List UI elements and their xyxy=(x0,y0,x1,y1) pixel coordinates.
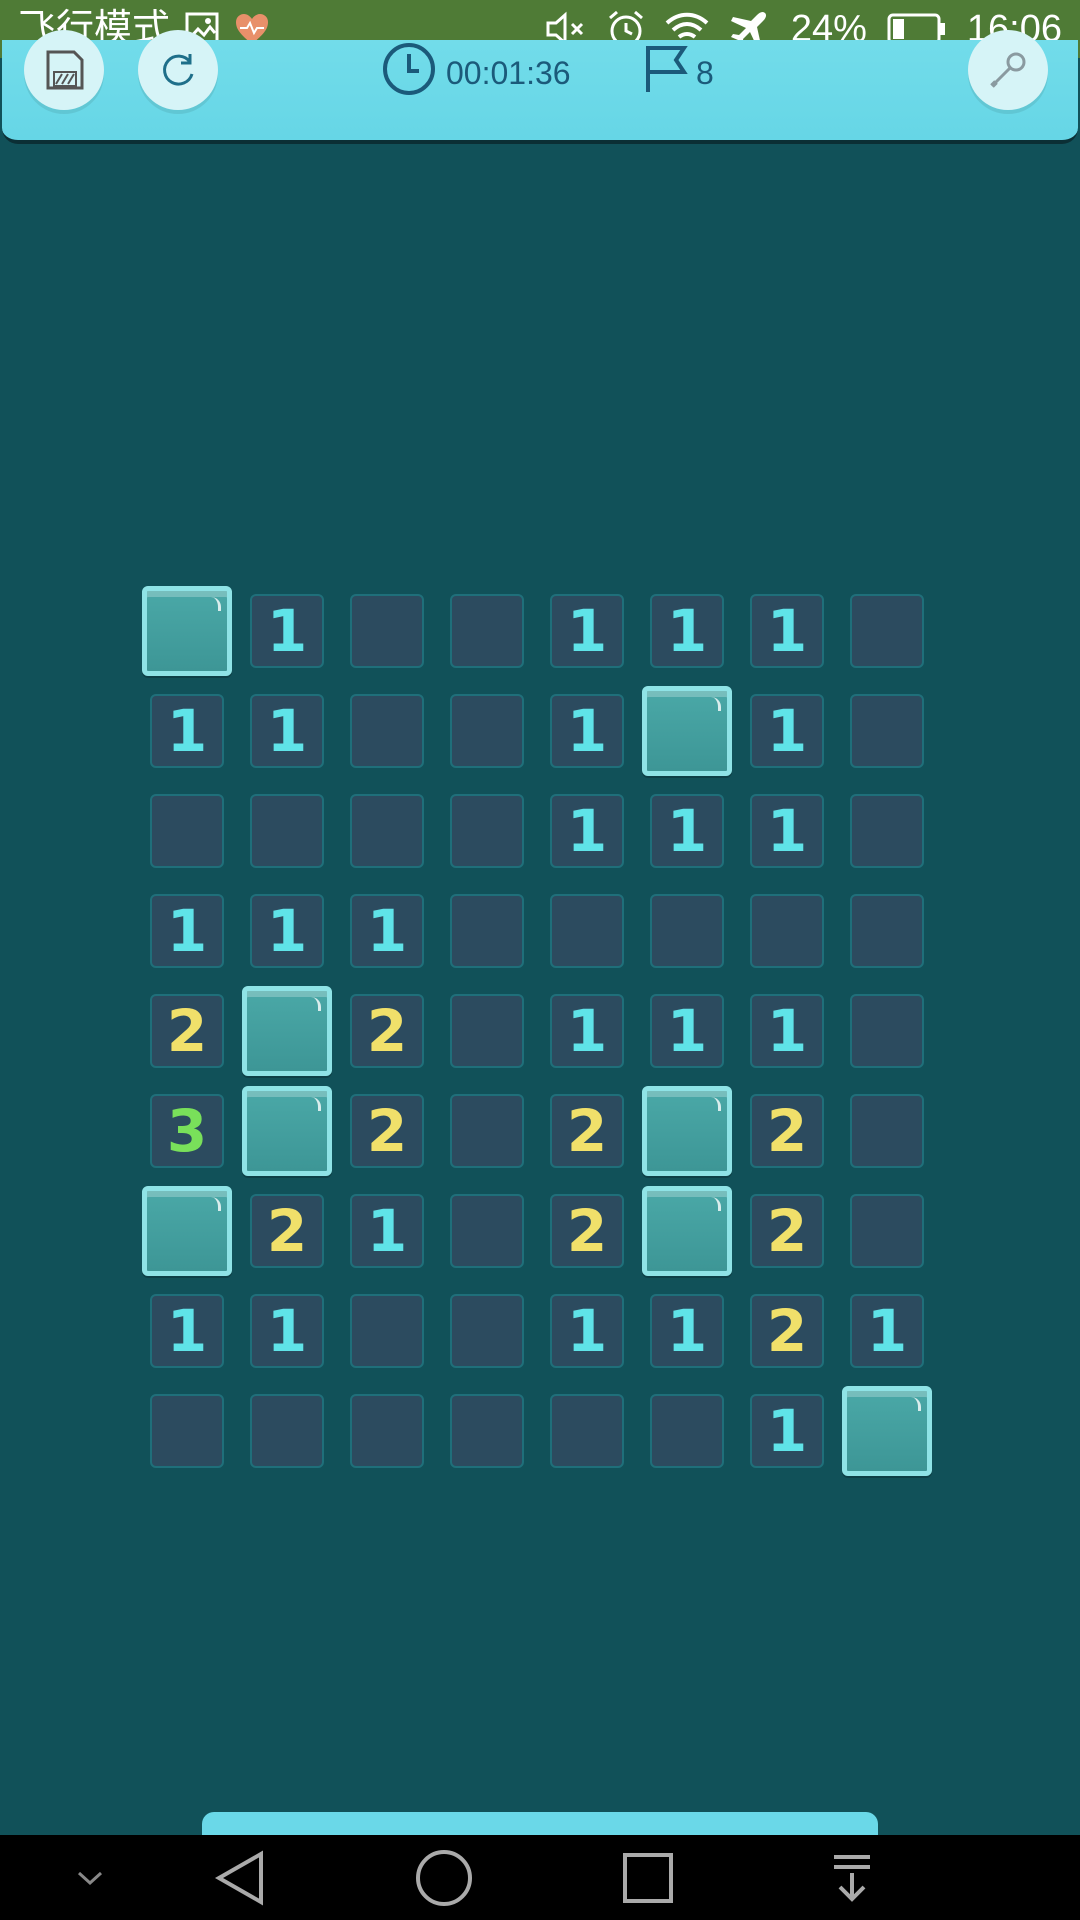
empty-cell[interactable] xyxy=(450,1194,524,1268)
number-cell[interactable]: 1 xyxy=(650,994,724,1068)
empty-cell[interactable] xyxy=(750,894,824,968)
empty-cell[interactable] xyxy=(650,1394,724,1468)
empty-cell[interactable] xyxy=(450,594,524,668)
empty-cell[interactable] xyxy=(850,1094,924,1168)
clock-icon xyxy=(382,42,436,104)
number-cell[interactable]: 1 xyxy=(750,794,824,868)
empty-cell[interactable] xyxy=(550,894,624,968)
empty-cell[interactable] xyxy=(450,994,524,1068)
number-cell[interactable]: 2 xyxy=(750,1194,824,1268)
empty-cell[interactable] xyxy=(350,794,424,868)
number-cell[interactable]: 1 xyxy=(250,694,324,768)
empty-cell[interactable] xyxy=(150,794,224,868)
empty-cell[interactable] xyxy=(850,594,924,668)
navigation-bar xyxy=(0,1835,1080,1920)
restart-button[interactable] xyxy=(138,30,218,110)
empty-cell[interactable] xyxy=(350,1394,424,1468)
back-icon[interactable] xyxy=(200,1835,280,1920)
number-cell[interactable]: 1 xyxy=(650,1294,724,1368)
empty-cell[interactable] xyxy=(450,694,524,768)
number-cell[interactable]: 1 xyxy=(550,994,624,1068)
empty-cell[interactable] xyxy=(350,594,424,668)
empty-cell[interactable] xyxy=(850,894,924,968)
empty-cell[interactable] xyxy=(450,1094,524,1168)
number-cell[interactable]: 1 xyxy=(350,894,424,968)
covered-cell[interactable] xyxy=(642,1186,732,1276)
settings-button[interactable] xyxy=(968,30,1048,110)
recents-icon[interactable] xyxy=(608,1835,688,1920)
number-cell[interactable]: 2 xyxy=(750,1094,824,1168)
number-cell[interactable]: 1 xyxy=(550,794,624,868)
number-cell[interactable]: 1 xyxy=(550,694,624,768)
number-cell[interactable]: 1 xyxy=(550,594,624,668)
game-toolbar: 00:01:36 8 xyxy=(2,30,1078,144)
number-cell[interactable]: 1 xyxy=(250,1294,324,1368)
number-cell[interactable]: 2 xyxy=(250,1194,324,1268)
empty-cell[interactable] xyxy=(850,694,924,768)
empty-cell[interactable] xyxy=(550,1394,624,1468)
covered-cell[interactable] xyxy=(142,586,232,676)
flag-counter: 8 xyxy=(644,46,714,98)
number-cell[interactable]: 1 xyxy=(350,1194,424,1268)
empty-cell[interactable] xyxy=(250,794,324,868)
number-cell[interactable]: 1 xyxy=(150,694,224,768)
covered-cell[interactable] xyxy=(142,1186,232,1276)
empty-cell[interactable] xyxy=(450,1394,524,1468)
flag-icon xyxy=(644,44,690,102)
timer-value: 00:01:36 xyxy=(446,54,571,91)
save-icon xyxy=(42,48,86,92)
empty-cell[interactable] xyxy=(350,1294,424,1368)
number-cell[interactable]: 2 xyxy=(750,1294,824,1368)
number-cell[interactable]: 2 xyxy=(550,1194,624,1268)
chevron-down-icon[interactable] xyxy=(60,1835,120,1920)
number-cell[interactable]: 1 xyxy=(750,1394,824,1468)
number-cell[interactable]: 1 xyxy=(550,1294,624,1368)
empty-cell[interactable] xyxy=(850,994,924,1068)
number-cell[interactable]: 1 xyxy=(750,594,824,668)
empty-cell[interactable] xyxy=(450,1294,524,1368)
covered-cell[interactable] xyxy=(642,686,732,776)
flag-count: 8 xyxy=(696,54,714,91)
number-cell[interactable]: 1 xyxy=(250,594,324,668)
empty-cell[interactable] xyxy=(850,1194,924,1268)
number-cell[interactable]: 1 xyxy=(150,894,224,968)
number-cell[interactable]: 1 xyxy=(150,1294,224,1368)
covered-cell[interactable] xyxy=(842,1386,932,1476)
empty-cell[interactable] xyxy=(250,1394,324,1468)
game-timer: 00:01:36 xyxy=(382,43,571,98)
empty-cell[interactable] xyxy=(650,894,724,968)
number-cell[interactable]: 1 xyxy=(650,594,724,668)
empty-cell[interactable] xyxy=(350,694,424,768)
restart-icon xyxy=(156,48,200,92)
number-cell[interactable]: 2 xyxy=(150,994,224,1068)
empty-cell[interactable] xyxy=(450,894,524,968)
covered-cell[interactable] xyxy=(242,986,332,1076)
number-cell[interactable]: 1 xyxy=(250,894,324,968)
minesweeper-board: 1111111111111122111322221221111211 xyxy=(142,586,932,1476)
number-cell[interactable]: 1 xyxy=(750,694,824,768)
notification-pull-icon[interactable] xyxy=(812,1835,892,1920)
number-cell[interactable]: 1 xyxy=(650,794,724,868)
empty-cell[interactable] xyxy=(150,1394,224,1468)
empty-cell[interactable] xyxy=(450,794,524,868)
number-cell[interactable]: 1 xyxy=(850,1294,924,1368)
number-cell[interactable]: 2 xyxy=(550,1094,624,1168)
home-icon[interactable] xyxy=(404,1835,484,1920)
settings-icon xyxy=(986,48,1030,92)
save-button[interactable] xyxy=(24,30,104,110)
number-cell[interactable]: 2 xyxy=(350,1094,424,1168)
covered-cell[interactable] xyxy=(642,1086,732,1176)
empty-cell[interactable] xyxy=(850,794,924,868)
number-cell[interactable]: 2 xyxy=(350,994,424,1068)
number-cell[interactable]: 3 xyxy=(150,1094,224,1168)
number-cell[interactable]: 1 xyxy=(750,994,824,1068)
covered-cell[interactable] xyxy=(242,1086,332,1176)
